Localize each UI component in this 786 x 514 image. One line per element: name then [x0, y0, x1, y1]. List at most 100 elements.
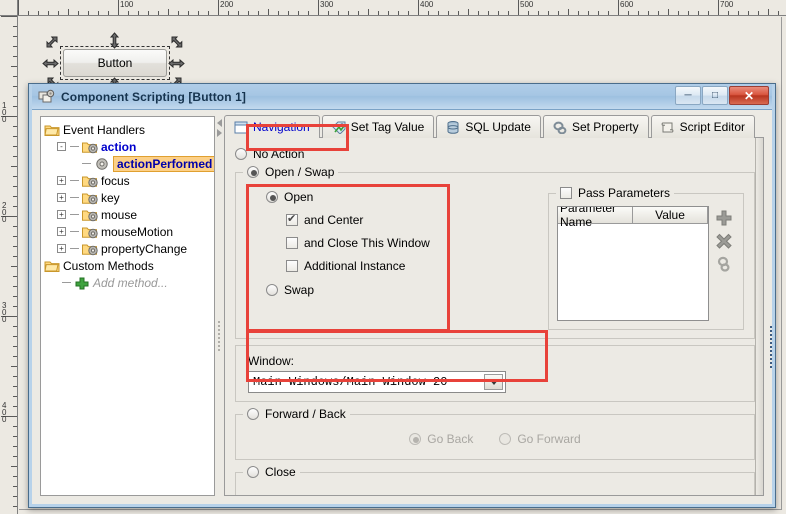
tree-node[interactable]: Event Handlers [44, 121, 214, 138]
additional-instance-checkbox[interactable] [286, 260, 298, 272]
ruler-tick [248, 11, 249, 15]
tree-node[interactable]: actionPerformed * [44, 155, 214, 172]
panel-splitter[interactable] [215, 116, 224, 496]
pass-parameters-group: Pass Parameters Parameter Name Value [548, 185, 744, 330]
button-component[interactable]: Button [63, 49, 167, 77]
action-tabs[interactable]: Navigation Set Tag Value SQL Update Set Pro… [224, 114, 764, 138]
ruler-tick [458, 11, 459, 15]
additional-instance-label: Additional Instance [304, 259, 406, 273]
ruler-tick [348, 11, 349, 15]
tree-node[interactable]: Add method... [44, 274, 214, 291]
column-value[interactable]: Value [633, 207, 708, 224]
resize-handle-n[interactable] [106, 32, 123, 49]
ruler-tick [188, 11, 189, 15]
column-parameter-name[interactable]: Parameter Name [558, 207, 633, 229]
ruler-tick [88, 11, 89, 15]
forward-back-label: Forward / Back [265, 407, 346, 421]
close-legend[interactable]: Close [243, 464, 300, 480]
open-swap-radio[interactable] [247, 166, 259, 178]
tree-node[interactable]: + focus [44, 172, 214, 189]
ruler-tick [708, 11, 709, 15]
tab-script-editor[interactable]: Script Editor [650, 115, 755, 138]
ruler-tick [13, 346, 17, 347]
collapse-left-icon[interactable] [217, 119, 222, 127]
expand-icon[interactable]: + [57, 193, 66, 202]
panel-scroll-edge[interactable] [755, 138, 763, 495]
expand-icon[interactable]: + [57, 176, 66, 185]
resize-handle-e[interactable] [168, 55, 185, 72]
ruler-tick [13, 376, 17, 377]
go-forward-row[interactable]: Go Forward [499, 429, 581, 449]
swap-row[interactable]: Swap [246, 280, 534, 300]
go-back-radio[interactable] [409, 433, 422, 445]
tree-node[interactable]: + mouseMotion [44, 223, 214, 240]
forward-back-radio[interactable] [247, 408, 259, 420]
no-action-radio[interactable] [235, 148, 247, 160]
expand-icon[interactable]: + [57, 244, 66, 253]
open-row[interactable]: Open [246, 187, 534, 207]
collapse-right-icon[interactable] [217, 129, 222, 137]
minimize-button[interactable]: ─ [675, 86, 701, 105]
event-handlers-tree-panel[interactable]: Event Handlers - action actionPerformed * + f… [40, 116, 215, 496]
ruler-tick [13, 446, 17, 447]
and-center-checkbox[interactable] [286, 213, 298, 226]
chevron-down-icon[interactable] [484, 374, 503, 390]
window-select[interactable]: Main Windows/Main Window 20 [248, 371, 506, 393]
expand-icon[interactable]: + [57, 227, 66, 236]
ruler-label: 300 [2, 301, 7, 324]
resize-handle-ne[interactable] [168, 34, 185, 51]
pass-parameters-checkbox[interactable] [560, 187, 572, 199]
no-action-row[interactable]: No Action [235, 144, 755, 164]
ruler-tick [358, 11, 359, 15]
ruler-label: 100 [120, 0, 134, 9]
go-back-row[interactable]: Go Back [409, 429, 473, 449]
ruler-tick [608, 11, 609, 15]
dialog-frame: Component Scripting [Button 1] ─ □ ✕ Eve… [29, 84, 775, 507]
ruler-tick [528, 11, 529, 15]
delete-parameter-button[interactable] [714, 231, 734, 251]
swap-radio[interactable] [266, 284, 278, 296]
ruler-tick [13, 476, 17, 477]
tree-node[interactable]: + propertyChange [44, 240, 214, 257]
close-button[interactable]: ✕ [729, 86, 769, 105]
and-close-checkbox[interactable] [286, 237, 298, 249]
and-close-row[interactable]: and Close This Window [246, 233, 534, 253]
gear-folder-icon [82, 225, 98, 239]
ruler-tick [588, 11, 589, 15]
additional-instance-row[interactable]: Additional Instance [246, 256, 534, 276]
database-icon [446, 120, 460, 134]
resize-handle-w[interactable] [42, 55, 59, 72]
resize-grip[interactable] [770, 324, 773, 368]
splitter-grip[interactable] [218, 319, 221, 353]
link-parameter-button[interactable] [714, 254, 734, 274]
tab-sql-update[interactable]: SQL Update [436, 115, 541, 138]
add-parameter-button[interactable] [714, 208, 734, 228]
close-radio[interactable] [247, 466, 259, 478]
ruler-tick [13, 146, 17, 147]
collapse-icon[interactable]: - [57, 142, 66, 151]
tree-node[interactable]: - action [44, 138, 214, 155]
pass-parameters-legend[interactable]: Pass Parameters [556, 185, 675, 201]
go-forward-radio[interactable] [499, 433, 512, 445]
tree-node[interactable]: + key [44, 189, 214, 206]
parameters-table[interactable]: Parameter Name Value [557, 206, 709, 321]
dialog-titlebar[interactable]: Component Scripting [Button 1] ─ □ ✕ [32, 84, 772, 110]
ruler-tick [178, 11, 179, 15]
tab-set-tag-value[interactable]: Set Tag Value [321, 115, 435, 138]
expand-icon[interactable]: + [57, 210, 66, 219]
tab-label: SQL Update [465, 120, 531, 134]
forward-back-legend[interactable]: Forward / Back [243, 406, 350, 422]
tab-set-property[interactable]: Set Property [542, 115, 649, 138]
event-handlers-tree[interactable]: Event Handlers - action actionPerformed * + f… [41, 117, 214, 291]
window-icon [234, 121, 248, 134]
open-radio[interactable] [266, 191, 278, 203]
and-center-row[interactable]: and Center [246, 210, 534, 230]
tab-navigation[interactable]: Navigation [224, 115, 320, 138]
tree-node[interactable]: + mouse [44, 206, 214, 223]
open-swap-legend[interactable]: Open / Swap [243, 164, 339, 180]
ruler-tick [13, 106, 17, 107]
resize-handle-nw[interactable] [44, 34, 61, 51]
ruler-tick [758, 11, 759, 15]
tree-node[interactable]: Custom Methods [44, 257, 214, 274]
maximize-button[interactable]: □ [702, 86, 728, 105]
